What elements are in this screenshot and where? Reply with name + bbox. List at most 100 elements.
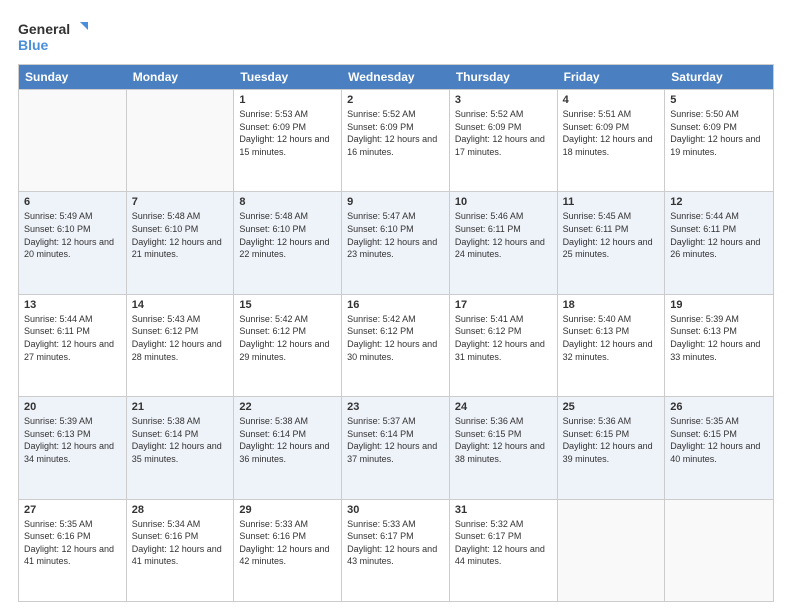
calendar-cell [127, 90, 235, 191]
day-info: Sunrise: 5:44 AMSunset: 6:11 PMDaylight:… [670, 211, 760, 259]
header-day-monday: Monday [127, 65, 235, 89]
calendar-cell: 16 Sunrise: 5:42 AMSunset: 6:12 PMDaylig… [342, 295, 450, 396]
calendar-row-2: 6 Sunrise: 5:49 AMSunset: 6:10 PMDayligh… [19, 191, 773, 293]
day-number: 21 [132, 401, 229, 413]
calendar-cell: 14 Sunrise: 5:43 AMSunset: 6:12 PMDaylig… [127, 295, 235, 396]
calendar-cell: 2 Sunrise: 5:52 AMSunset: 6:09 PMDayligh… [342, 90, 450, 191]
day-info: Sunrise: 5:43 AMSunset: 6:12 PMDaylight:… [132, 314, 222, 362]
calendar-cell: 30 Sunrise: 5:33 AMSunset: 6:17 PMDaylig… [342, 500, 450, 601]
day-number: 26 [670, 401, 768, 413]
calendar-cell: 23 Sunrise: 5:37 AMSunset: 6:14 PMDaylig… [342, 397, 450, 498]
day-number: 6 [24, 196, 121, 208]
day-number: 7 [132, 196, 229, 208]
day-info: Sunrise: 5:35 AMSunset: 6:16 PMDaylight:… [24, 519, 114, 567]
day-info: Sunrise: 5:36 AMSunset: 6:15 PMDaylight:… [455, 416, 545, 464]
calendar-cell: 9 Sunrise: 5:47 AMSunset: 6:10 PMDayligh… [342, 192, 450, 293]
calendar-cell: 1 Sunrise: 5:53 AMSunset: 6:09 PMDayligh… [234, 90, 342, 191]
day-number: 29 [239, 504, 336, 516]
calendar-cell: 25 Sunrise: 5:36 AMSunset: 6:15 PMDaylig… [558, 397, 666, 498]
day-info: Sunrise: 5:39 AMSunset: 6:13 PMDaylight:… [24, 416, 114, 464]
calendar-cell: 20 Sunrise: 5:39 AMSunset: 6:13 PMDaylig… [19, 397, 127, 498]
day-number: 25 [563, 401, 660, 413]
day-info: Sunrise: 5:50 AMSunset: 6:09 PMDaylight:… [670, 109, 760, 157]
calendar-cell: 31 Sunrise: 5:32 AMSunset: 6:17 PMDaylig… [450, 500, 558, 601]
calendar-cell: 21 Sunrise: 5:38 AMSunset: 6:14 PMDaylig… [127, 397, 235, 498]
calendar-cell: 28 Sunrise: 5:34 AMSunset: 6:16 PMDaylig… [127, 500, 235, 601]
day-number: 10 [455, 196, 552, 208]
day-number: 30 [347, 504, 444, 516]
day-number: 19 [670, 299, 768, 311]
calendar-cell: 6 Sunrise: 5:49 AMSunset: 6:10 PMDayligh… [19, 192, 127, 293]
calendar-row-5: 27 Sunrise: 5:35 AMSunset: 6:16 PMDaylig… [19, 499, 773, 601]
day-info: Sunrise: 5:33 AMSunset: 6:16 PMDaylight:… [239, 519, 329, 567]
day-number: 13 [24, 299, 121, 311]
calendar-cell: 17 Sunrise: 5:41 AMSunset: 6:12 PMDaylig… [450, 295, 558, 396]
day-number: 15 [239, 299, 336, 311]
calendar-cell: 24 Sunrise: 5:36 AMSunset: 6:15 PMDaylig… [450, 397, 558, 498]
calendar-cell: 13 Sunrise: 5:44 AMSunset: 6:11 PMDaylig… [19, 295, 127, 396]
day-info: Sunrise: 5:53 AMSunset: 6:09 PMDaylight:… [239, 109, 329, 157]
calendar-row-1: 1 Sunrise: 5:53 AMSunset: 6:09 PMDayligh… [19, 89, 773, 191]
calendar: SundayMondayTuesdayWednesdayThursdayFrid… [18, 64, 774, 602]
day-info: Sunrise: 5:42 AMSunset: 6:12 PMDaylight:… [239, 314, 329, 362]
day-info: Sunrise: 5:52 AMSunset: 6:09 PMDaylight:… [347, 109, 437, 157]
day-info: Sunrise: 5:52 AMSunset: 6:09 PMDaylight:… [455, 109, 545, 157]
day-info: Sunrise: 5:48 AMSunset: 6:10 PMDaylight:… [132, 211, 222, 259]
day-info: Sunrise: 5:38 AMSunset: 6:14 PMDaylight:… [132, 416, 222, 464]
calendar-cell [19, 90, 127, 191]
day-info: Sunrise: 5:47 AMSunset: 6:10 PMDaylight:… [347, 211, 437, 259]
day-number: 28 [132, 504, 229, 516]
day-info: Sunrise: 5:46 AMSunset: 6:11 PMDaylight:… [455, 211, 545, 259]
calendar-cell: 18 Sunrise: 5:40 AMSunset: 6:13 PMDaylig… [558, 295, 666, 396]
day-number: 16 [347, 299, 444, 311]
calendar-cell: 27 Sunrise: 5:35 AMSunset: 6:16 PMDaylig… [19, 500, 127, 601]
day-number: 4 [563, 94, 660, 106]
day-info: Sunrise: 5:37 AMSunset: 6:14 PMDaylight:… [347, 416, 437, 464]
day-info: Sunrise: 5:39 AMSunset: 6:13 PMDaylight:… [670, 314, 760, 362]
day-number: 2 [347, 94, 444, 106]
logo: General Blue [18, 18, 88, 54]
day-number: 17 [455, 299, 552, 311]
calendar-cell [558, 500, 666, 601]
day-info: Sunrise: 5:38 AMSunset: 6:14 PMDaylight:… [239, 416, 329, 464]
day-info: Sunrise: 5:36 AMSunset: 6:15 PMDaylight:… [563, 416, 653, 464]
calendar-cell: 8 Sunrise: 5:48 AMSunset: 6:10 PMDayligh… [234, 192, 342, 293]
day-number: 5 [670, 94, 768, 106]
calendar-cell: 7 Sunrise: 5:48 AMSunset: 6:10 PMDayligh… [127, 192, 235, 293]
day-number: 31 [455, 504, 552, 516]
svg-text:General: General [18, 21, 70, 37]
header-day-saturday: Saturday [665, 65, 773, 89]
day-info: Sunrise: 5:40 AMSunset: 6:13 PMDaylight:… [563, 314, 653, 362]
day-number: 23 [347, 401, 444, 413]
day-info: Sunrise: 5:44 AMSunset: 6:11 PMDaylight:… [24, 314, 114, 362]
day-number: 14 [132, 299, 229, 311]
svg-text:Blue: Blue [18, 37, 49, 53]
logo-svg: General Blue [18, 18, 88, 54]
calendar-cell: 5 Sunrise: 5:50 AMSunset: 6:09 PMDayligh… [665, 90, 773, 191]
header-day-friday: Friday [558, 65, 666, 89]
day-info: Sunrise: 5:48 AMSunset: 6:10 PMDaylight:… [239, 211, 329, 259]
day-info: Sunrise: 5:33 AMSunset: 6:17 PMDaylight:… [347, 519, 437, 567]
day-info: Sunrise: 5:41 AMSunset: 6:12 PMDaylight:… [455, 314, 545, 362]
header-day-tuesday: Tuesday [234, 65, 342, 89]
calendar-header: SundayMondayTuesdayWednesdayThursdayFrid… [19, 65, 773, 89]
day-number: 3 [455, 94, 552, 106]
day-number: 11 [563, 196, 660, 208]
day-info: Sunrise: 5:51 AMSunset: 6:09 PMDaylight:… [563, 109, 653, 157]
calendar-cell: 15 Sunrise: 5:42 AMSunset: 6:12 PMDaylig… [234, 295, 342, 396]
day-number: 9 [347, 196, 444, 208]
calendar-cell: 4 Sunrise: 5:51 AMSunset: 6:09 PMDayligh… [558, 90, 666, 191]
day-number: 20 [24, 401, 121, 413]
day-number: 22 [239, 401, 336, 413]
calendar-cell: 12 Sunrise: 5:44 AMSunset: 6:11 PMDaylig… [665, 192, 773, 293]
calendar-cell: 26 Sunrise: 5:35 AMSunset: 6:15 PMDaylig… [665, 397, 773, 498]
calendar-cell: 29 Sunrise: 5:33 AMSunset: 6:16 PMDaylig… [234, 500, 342, 601]
header: General Blue [18, 18, 774, 54]
calendar-cell: 3 Sunrise: 5:52 AMSunset: 6:09 PMDayligh… [450, 90, 558, 191]
calendar-cell: 11 Sunrise: 5:45 AMSunset: 6:11 PMDaylig… [558, 192, 666, 293]
calendar-cell: 10 Sunrise: 5:46 AMSunset: 6:11 PMDaylig… [450, 192, 558, 293]
day-info: Sunrise: 5:49 AMSunset: 6:10 PMDaylight:… [24, 211, 114, 259]
calendar-row-3: 13 Sunrise: 5:44 AMSunset: 6:11 PMDaylig… [19, 294, 773, 396]
day-number: 8 [239, 196, 336, 208]
day-info: Sunrise: 5:34 AMSunset: 6:16 PMDaylight:… [132, 519, 222, 567]
